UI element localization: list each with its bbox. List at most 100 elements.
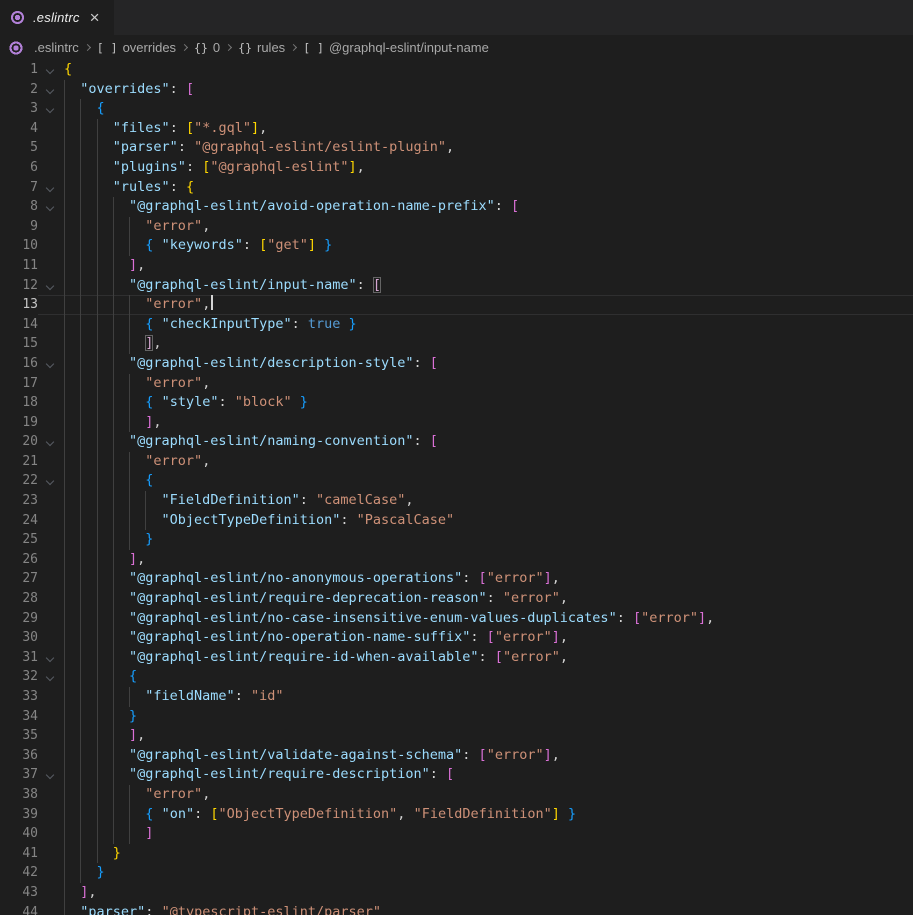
code-line[interactable]: 42 }: [0, 863, 913, 883]
code-line[interactable]: 2 "overrides": [: [0, 80, 913, 100]
fold-chevron-icon[interactable]: [38, 765, 64, 785]
gutter-space: [38, 707, 64, 727]
code-line[interactable]: 28 "@graphql-eslint/require-deprecation-…: [0, 589, 913, 609]
code-token: "error": [641, 610, 698, 626]
symbol-array-icon: [ ]: [303, 41, 324, 55]
indent-guide: [113, 511, 114, 531]
code-line[interactable]: 39 { "on": ["ObjectTypeDefinition", "Fie…: [0, 805, 913, 825]
code-line[interactable]: 36 "@graphql-eslint/validate-against-sch…: [0, 746, 913, 766]
code-line[interactable]: 37 "@graphql-eslint/require-description"…: [0, 765, 913, 785]
tab-label: .eslintrc: [33, 10, 80, 25]
code-token: [: [430, 355, 438, 371]
code-line[interactable]: 11 ],: [0, 256, 913, 276]
fold-chevron-icon[interactable]: [38, 432, 64, 452]
code-token: [: [633, 610, 641, 626]
code-text: "error",: [64, 217, 913, 237]
code-line[interactable]: 30 "@graphql-eslint/no-operation-name-su…: [0, 628, 913, 648]
fold-chevron-icon[interactable]: [38, 648, 64, 668]
fold-chevron-icon[interactable]: [38, 471, 64, 491]
code-line[interactable]: 26 ],: [0, 550, 913, 570]
code-line[interactable]: 40 ]: [0, 824, 913, 844]
code-line[interactable]: 20 "@graphql-eslint/naming-convention": …: [0, 432, 913, 452]
code-line[interactable]: 13 "error",: [0, 295, 913, 315]
fold-chevron-icon[interactable]: [38, 60, 64, 80]
code-line[interactable]: 9 "error",: [0, 217, 913, 237]
line-number: 32: [0, 667, 38, 687]
code-line[interactable]: 32 {: [0, 667, 913, 687]
fold-chevron-icon[interactable]: [38, 354, 64, 374]
breadcrumb-item[interactable]: [ ]overrides: [97, 40, 176, 55]
code-line[interactable]: 34 }: [0, 707, 913, 727]
indent-guide: [80, 667, 81, 687]
code-token: "error": [145, 453, 202, 469]
code-line[interactable]: 14 { "checkInputType": true }: [0, 315, 913, 335]
code-line[interactable]: 43 ],: [0, 883, 913, 903]
code-line[interactable]: 1{: [0, 60, 913, 80]
code-line[interactable]: 38 "error",: [0, 785, 913, 805]
indent-guide: [129, 315, 130, 335]
code-token: "error": [495, 629, 552, 645]
code-line[interactable]: 41 }: [0, 844, 913, 864]
indent-guide: [80, 628, 81, 648]
indent-guide: [80, 374, 81, 394]
line-number: 27: [0, 569, 38, 589]
code-line[interactable]: 3 {: [0, 99, 913, 119]
fold-chevron-icon[interactable]: [38, 80, 64, 100]
indent-guide: [97, 197, 98, 217]
code-line[interactable]: 8 "@graphql-eslint/avoid-operation-name-…: [0, 197, 913, 217]
gutter-space: [38, 374, 64, 394]
symbol-object-icon: {}: [238, 41, 252, 55]
code-line[interactable]: 35 ],: [0, 726, 913, 746]
line-number: 36: [0, 746, 38, 766]
tab-eslintrc[interactable]: .eslintrc ×: [0, 0, 114, 35]
code-line[interactable]: 18 { "style": "block" }: [0, 393, 913, 413]
code-line[interactable]: 23 "FieldDefinition": "camelCase",: [0, 491, 913, 511]
code-line[interactable]: 31 "@graphql-eslint/require-id-when-avai…: [0, 648, 913, 668]
code-token: "files": [113, 120, 170, 136]
fold-chevron-icon[interactable]: [38, 99, 64, 119]
breadcrumb-item[interactable]: {}rules: [238, 40, 285, 55]
line-number: 7: [0, 178, 38, 198]
code-line[interactable]: 33 "fieldName": "id": [0, 687, 913, 707]
code-line[interactable]: 25 }: [0, 530, 913, 550]
code-line[interactable]: 6 "plugins": ["@graphql-eslint"],: [0, 158, 913, 178]
gutter-space: [38, 883, 64, 903]
code-line[interactable]: 10 { "keywords": ["get"] }: [0, 236, 913, 256]
indent-guide: [80, 589, 81, 609]
code-line[interactable]: 24 "ObjectTypeDefinition": "PascalCase": [0, 511, 913, 531]
code-line[interactable]: 44 "parser": "@typescript-eslint/parser": [0, 903, 913, 915]
code-line[interactable]: 21 "error",: [0, 452, 913, 472]
fold-chevron-icon[interactable]: [38, 667, 64, 687]
gutter-space: [38, 550, 64, 570]
indent-guide: [97, 256, 98, 276]
code-token: "error": [145, 786, 202, 802]
breadcrumb-item[interactable]: .eslintrc: [9, 40, 79, 55]
indent-guide: [80, 452, 81, 472]
code-line[interactable]: 12 "@graphql-eslint/input-name": [: [0, 276, 913, 296]
code-line[interactable]: 19 ],: [0, 413, 913, 433]
code-line[interactable]: 27 "@graphql-eslint/no-anonymous-operati…: [0, 569, 913, 589]
code-text: "@graphql-eslint/naming-convention": [: [64, 432, 913, 452]
indent-guide: [80, 178, 81, 198]
close-icon[interactable]: ×: [88, 9, 102, 26]
code-token: "@graphql-eslint/validate-against-schema…: [129, 747, 462, 763]
fold-chevron-icon[interactable]: [38, 276, 64, 296]
code-token: "@graphql-eslint/no-operation-name-suffi…: [129, 629, 470, 645]
code-token: [: [479, 747, 487, 763]
code-text: "@graphql-eslint/require-id-when-availab…: [64, 648, 913, 668]
code-line[interactable]: 22 {: [0, 471, 913, 491]
code-line[interactable]: 7 "rules": {: [0, 178, 913, 198]
code-line[interactable]: 15 ],: [0, 334, 913, 354]
code-line[interactable]: 16 "@graphql-eslint/description-style": …: [0, 354, 913, 374]
code-line[interactable]: 5 "parser": "@graphql-eslint/eslint-plug…: [0, 138, 913, 158]
indent-guide: [97, 295, 98, 315]
code-line[interactable]: 4 "files": ["*.gql"],: [0, 119, 913, 139]
code-line[interactable]: 17 "error",: [0, 374, 913, 394]
code-line[interactable]: 29 "@graphql-eslint/no-case-insensitive-…: [0, 609, 913, 629]
breadcrumb-item[interactable]: [ ]@graphql-eslint/input-name: [303, 40, 489, 55]
breadcrumb-item[interactable]: {}0: [194, 40, 220, 55]
fold-chevron-icon[interactable]: [38, 197, 64, 217]
code-editor[interactable]: 1{2 "overrides": [3 {4 "files": ["*.gql"…: [0, 60, 913, 915]
fold-chevron-icon[interactable]: [38, 178, 64, 198]
breadcrumb-label: .eslintrc: [34, 40, 79, 55]
